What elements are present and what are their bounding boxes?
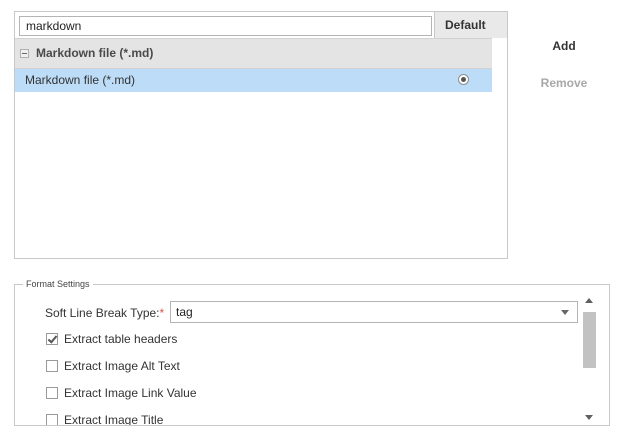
- list-item-label: Markdown file (*.md): [25, 73, 136, 87]
- collapse-icon[interactable]: [20, 49, 29, 58]
- chevron-down-icon: [561, 310, 569, 315]
- remove-button[interactable]: Remove: [524, 76, 604, 90]
- extract-image-link-value-checkbox[interactable]: [46, 387, 58, 399]
- file-type-settings-dialog: Default Markdown file (*.md) Markdown fi…: [0, 0, 623, 432]
- checkbox-label: Extract Image Link Value: [64, 386, 197, 400]
- soft-line-break-value: tag: [176, 305, 193, 319]
- radio-selected-dot: [461, 77, 466, 82]
- list-header: Default: [15, 12, 507, 38]
- extract-table-headers-checkbox[interactable]: [46, 333, 58, 345]
- soft-line-break-label: Soft Line Break Type:*: [45, 305, 164, 321]
- file-type-list-panel: Default Markdown file (*.md) Markdown fi…: [14, 11, 508, 259]
- extract-image-alt-text-checkbox[interactable]: [46, 360, 58, 372]
- format-settings-content: Soft Line Break Type:* tag Extract table…: [15, 285, 581, 425]
- group-label: Markdown file (*.md): [36, 46, 154, 60]
- format-settings-group: Format Settings Soft Line Break Type:* t…: [14, 278, 610, 426]
- settings-scrollbar[interactable]: [582, 295, 597, 423]
- checkbox-label: Extract Image Alt Text: [64, 359, 180, 373]
- checkbox-label: Extract table headers: [64, 332, 178, 346]
- extract-image-title-checkbox[interactable]: [46, 414, 58, 425]
- soft-line-break-select[interactable]: tag: [170, 301, 578, 323]
- scroll-down-icon[interactable]: [585, 415, 593, 420]
- required-marker: *: [159, 306, 165, 320]
- checkbox-label: Extract Image Title: [64, 413, 164, 425]
- search-input[interactable]: [19, 16, 432, 36]
- default-column-header: Default: [434, 12, 507, 38]
- add-button[interactable]: Add: [524, 39, 604, 53]
- scroll-up-icon[interactable]: [585, 298, 593, 303]
- list-item[interactable]: Markdown file (*.md): [15, 69, 492, 92]
- soft-line-break-label-text: Soft Line Break Type:: [45, 306, 160, 320]
- scrollbar-thumb[interactable]: [583, 312, 596, 368]
- file-type-group[interactable]: Markdown file (*.md): [15, 38, 492, 69]
- default-radio[interactable]: [458, 74, 469, 85]
